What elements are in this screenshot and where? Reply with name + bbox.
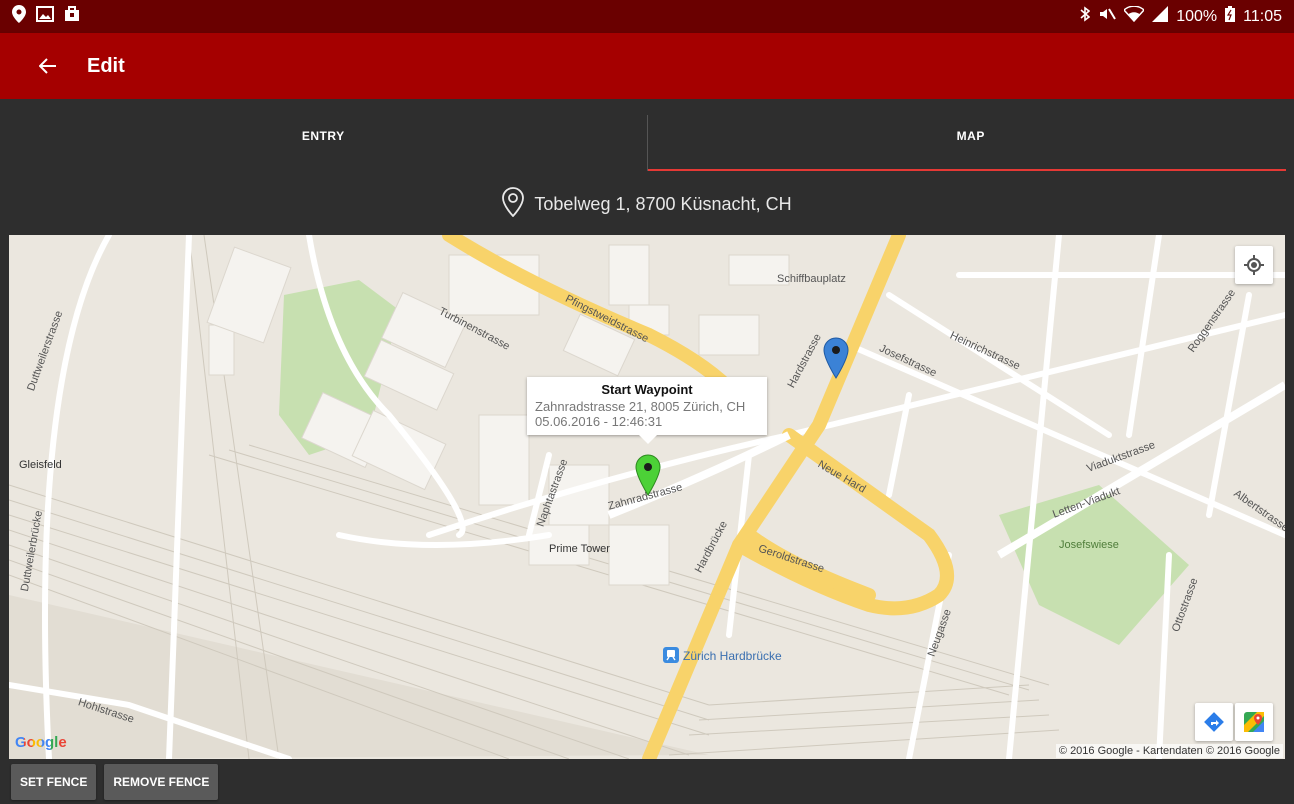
map-attribution[interactable]: © 2016 Google - Kartendaten © 2016 Googl…	[1055, 744, 1283, 758]
clock: 11:05	[1243, 7, 1282, 25]
map-view[interactable]: Schiffbauplatz Pfingstweidstrasse Turbin…	[9, 235, 1285, 759]
status-right: 100% 11:05	[1080, 5, 1282, 27]
tab-map[interactable]: MAP	[647, 99, 1294, 173]
battery-text: 100%	[1176, 7, 1218, 25]
place-label: Prime Tower	[549, 543, 610, 555]
directions-button[interactable]	[1195, 703, 1233, 741]
address-row: Tobelweg 1, 8700 Küsnacht, CH	[0, 173, 1294, 235]
station-label: Zürich Hardbrücke	[683, 649, 782, 663]
park-label: Josefswiese	[1059, 539, 1119, 551]
tab-entry[interactable]: ENTRY	[0, 99, 647, 173]
train-station-icon	[663, 647, 679, 668]
mute-icon	[1098, 6, 1117, 27]
back-button[interactable]	[36, 54, 60, 78]
street-label: Schiffbauplatz	[777, 273, 846, 285]
remove-fence-button[interactable]: REMOVE FENCE	[104, 763, 219, 800]
signal-icon	[1152, 6, 1169, 27]
location-icon	[12, 5, 26, 28]
place-outline-icon	[502, 186, 525, 222]
bottom-bar: SET FENCE REMOVE FENCE	[0, 759, 1294, 804]
map-pin-icon	[635, 454, 661, 496]
page-title: Edit	[87, 54, 125, 77]
info-window[interactable]: Start Waypoint Zahnradstrasse 21, 8005 Z…	[527, 377, 767, 444]
google-maps-icon	[1244, 712, 1264, 732]
google-logo: Google	[15, 734, 67, 751]
battery-icon	[1225, 6, 1236, 27]
info-window-datetime: 05.06.2016 - 12:46:31	[535, 414, 663, 429]
info-window-title: Start Waypoint	[601, 382, 693, 397]
open-in-maps-button[interactable]	[1235, 703, 1273, 741]
tab-bar: ENTRY MAP	[0, 99, 1294, 173]
wifi-icon	[1123, 5, 1146, 27]
map-pin-icon	[823, 337, 849, 379]
crosshair-icon	[1244, 255, 1264, 275]
address-text: Tobelweg 1, 8700 Küsnacht, CH	[534, 193, 792, 214]
start-waypoint-marker[interactable]	[635, 454, 661, 501]
place-label: Gleisfeld	[19, 459, 62, 471]
arrow-left-icon	[39, 58, 56, 74]
app-bar: Edit	[0, 33, 1294, 99]
image-icon	[36, 6, 54, 27]
google-logo-text: Google	[15, 734, 67, 751]
briefcase-icon	[64, 6, 80, 27]
current-location-marker[interactable]	[823, 337, 849, 384]
status-left	[12, 5, 80, 28]
my-location-button[interactable]	[1235, 246, 1273, 284]
bluetooth-icon	[1080, 6, 1091, 27]
directions-icon	[1204, 712, 1224, 732]
set-fence-button[interactable]: SET FENCE	[11, 763, 97, 800]
status-bar: 100% 11:05	[0, 0, 1294, 33]
info-window-address: Zahnradstrasse 21, 8005 Zürich, CH	[535, 399, 746, 414]
